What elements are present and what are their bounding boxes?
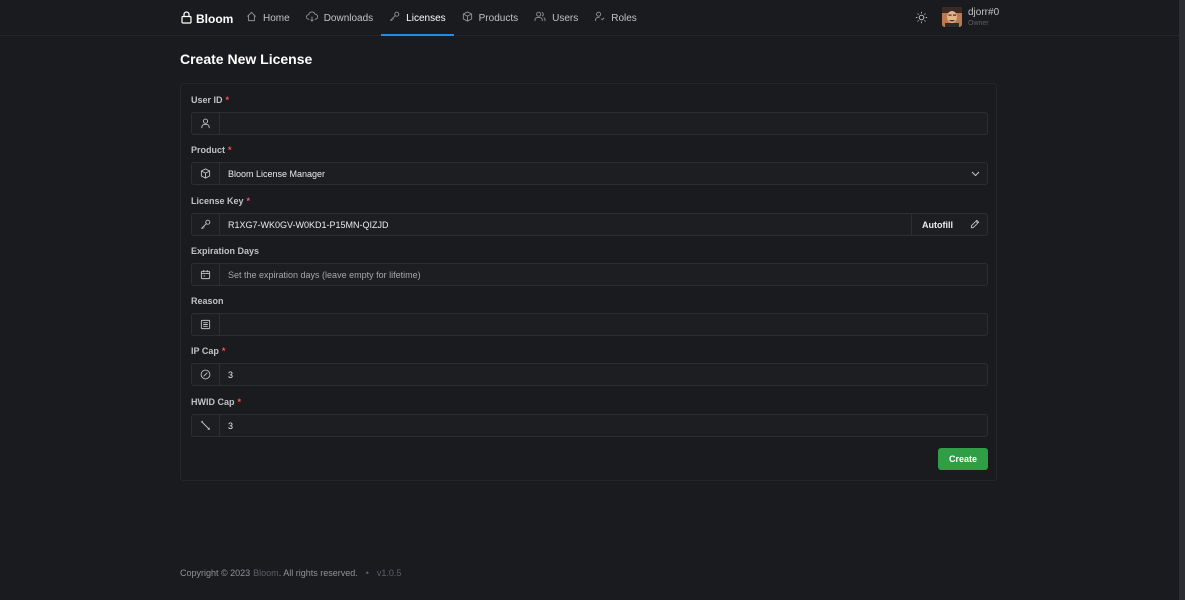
nav-item-downloads[interactable]: Downloads <box>298 0 381 36</box>
ip-cap-field-group: IP Cap * <box>191 346 988 386</box>
license-key-input[interactable] <box>220 214 911 235</box>
product-select-value: Bloom License Manager <box>228 168 326 179</box>
key-icon <box>389 11 406 25</box>
user-role: Owner <box>968 19 989 27</box>
brand-name: Bloom <box>196 12 234 26</box>
key-icon <box>192 214 220 235</box>
reason-input[interactable] <box>220 314 987 335</box>
reason-field-group: Reason <box>191 296 988 336</box>
user-id-field-group: User ID * <box>191 95 988 135</box>
nav-item-label: Users <box>552 12 579 24</box>
page-title: Create New License <box>180 51 313 67</box>
required-asterisk: * <box>221 346 226 356</box>
box-icon <box>462 11 479 25</box>
nav-item-label: Home <box>263 12 290 24</box>
edit-key-button[interactable] <box>963 216 987 234</box>
user-menu[interactable]: djorr#0 Owner <box>942 7 999 27</box>
nav-item-products[interactable]: Products <box>454 0 526 36</box>
top-navbar: Bloom Home Downloads Licenses Products U… <box>0 0 1179 36</box>
footer-separator: • <box>365 568 369 578</box>
cloud-download-icon <box>305 11 324 25</box>
gauge-icon <box>192 364 220 385</box>
hwid-cap-field-group: HWID Cap * <box>191 397 988 437</box>
required-asterisk: * <box>225 95 230 105</box>
nav-item-licenses[interactable]: Licenses <box>381 0 455 36</box>
expiration-field-group: Expiration Days <box>191 246 988 286</box>
user-name: djorr#0 <box>968 6 1000 18</box>
calendar-icon <box>192 264 220 285</box>
avatar <box>942 7 962 27</box>
create-license-form: User ID * Product * Bloom License Manager … <box>180 83 997 481</box>
nav-item-users[interactable]: Users <box>526 0 586 36</box>
create-button[interactable]: Create <box>938 448 988 470</box>
field-label: IP Cap * <box>191 346 226 356</box>
field-label: User ID * <box>191 95 230 105</box>
chevron-down-icon <box>963 171 987 177</box>
hwid-cap-input[interactable] <box>220 415 987 436</box>
users-icon <box>534 11 552 25</box>
brand-logo[interactable]: Bloom <box>181 11 233 27</box>
field-label: HWID Cap * <box>191 397 242 407</box>
version-text: v1.0.5 <box>376 568 402 578</box>
footer-brand-link[interactable]: Bloom <box>253 568 279 578</box>
field-label: License Key * <box>191 196 251 206</box>
product-field-group: Product * Bloom License Manager <box>191 145 988 185</box>
theme-toggle-button[interactable] <box>915 11 928 29</box>
nav-item-home[interactable]: Home <box>238 0 298 36</box>
required-asterisk: * <box>228 145 232 155</box>
page-scrollbar[interactable] <box>1179 0 1185 600</box>
tool-icon <box>192 415 220 436</box>
ip-cap-input[interactable] <box>220 364 987 385</box>
field-label: Product * <box>191 145 232 155</box>
sun-icon <box>915 11 928 28</box>
main-nav: Home Downloads Licenses Products Users R… <box>238 0 645 36</box>
field-label: Reason <box>191 296 224 306</box>
nav-item-roles[interactable]: Roles <box>586 0 645 36</box>
field-label: Expiration Days <box>191 246 260 256</box>
nav-item-label: Products <box>478 12 519 24</box>
user-icon <box>192 113 220 134</box>
nav-item-label: Downloads <box>323 12 374 24</box>
rights-text: . All rights reserved. <box>278 568 358 578</box>
license-key-field-group: License Key* Autofill <box>191 196 988 236</box>
copyright-text: Copyright © 2023 <box>180 568 251 578</box>
lock-icon <box>181 11 196 27</box>
box-icon <box>192 163 220 184</box>
required-asterisk: * <box>237 397 242 407</box>
expiration-days-input[interactable] <box>220 264 987 285</box>
pencil-icon <box>970 216 980 234</box>
user-role-icon <box>594 11 611 25</box>
required-asterisk: * <box>246 196 251 206</box>
home-icon <box>246 11 263 25</box>
nav-item-label: Licenses <box>406 12 446 24</box>
user-id-input[interactable] <box>220 113 987 134</box>
product-select[interactable]: Bloom License Manager <box>191 162 988 185</box>
nav-item-label: Roles <box>611 12 637 24</box>
page-footer: Copyright © 2023 Bloom . All rights rese… <box>180 568 401 578</box>
autofill-button[interactable]: Autofill <box>911 214 963 235</box>
text-list-icon <box>192 314 220 335</box>
